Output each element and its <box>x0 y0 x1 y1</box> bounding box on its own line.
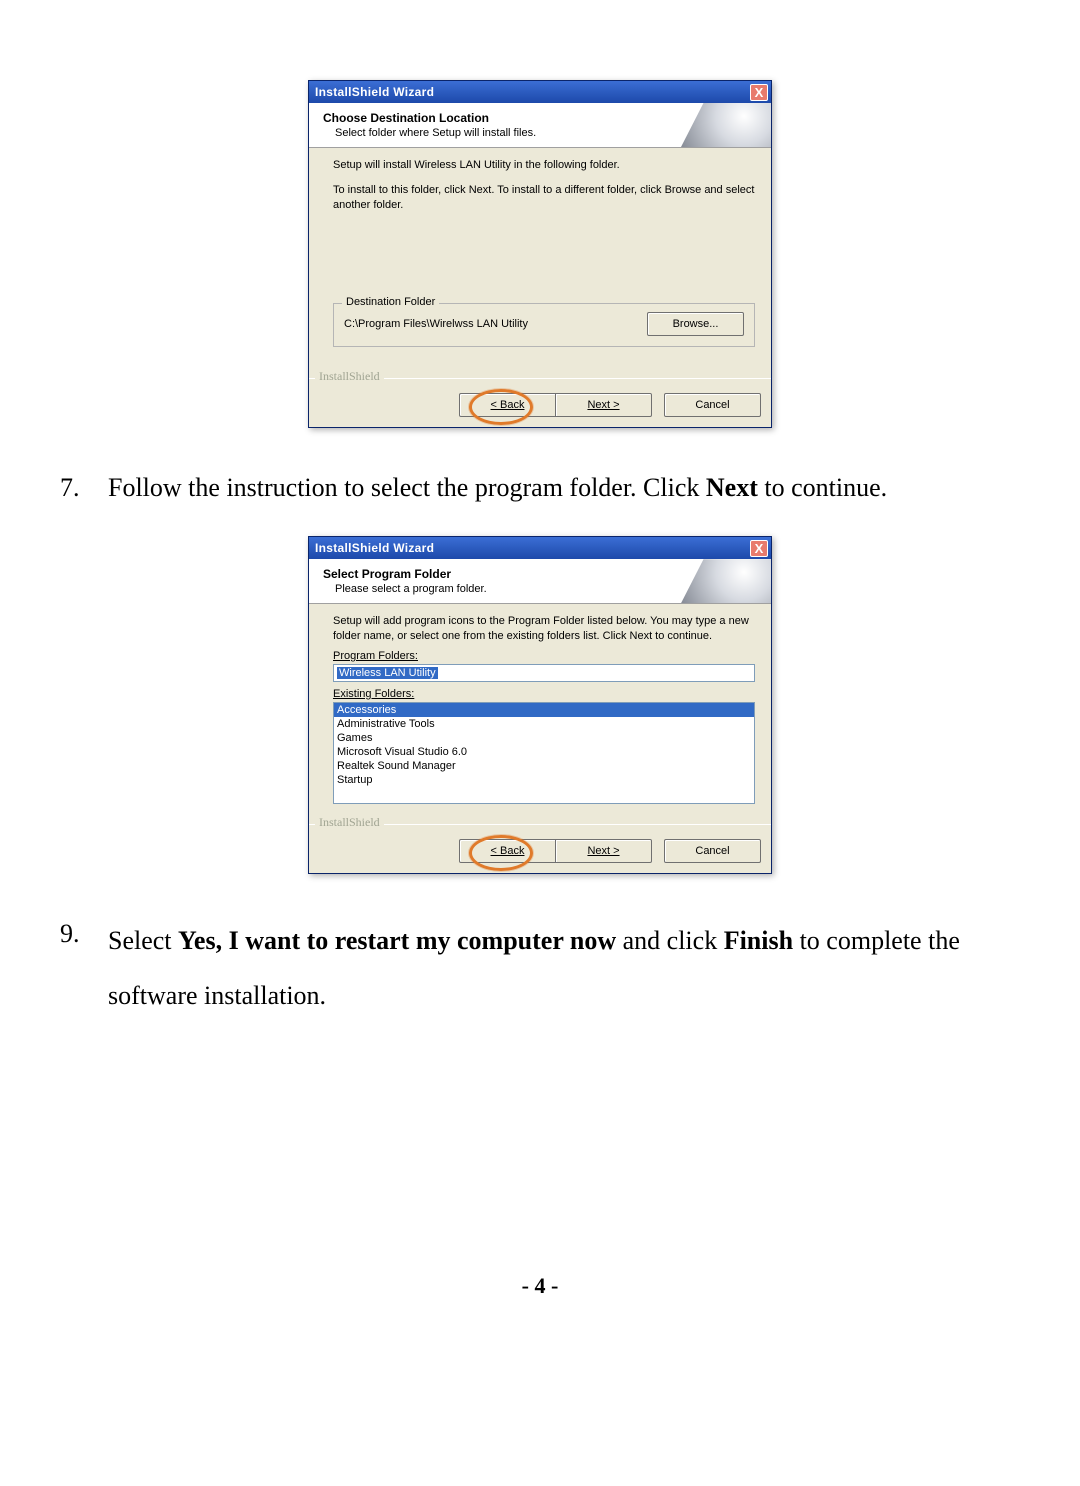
step-text: Select Yes, I want to restart my compute… <box>108 914 1020 1023</box>
titlebar: InstallShield Wizard X <box>309 81 771 103</box>
back-button[interactable]: < Back <box>459 393 556 417</box>
titlebar: InstallShield Wizard X <box>309 537 771 559</box>
list-item[interactable]: Accessories <box>334 703 754 717</box>
figure-destination-location: InstallShield Wizard X Choose Destinatio… <box>60 80 1020 428</box>
header-panel: Select Program Folder Please select a pr… <box>309 559 771 604</box>
back-button[interactable]: < Back <box>459 839 556 863</box>
cancel-button[interactable]: Cancel <box>664 393 761 417</box>
step-text: Follow the instruction to select the pro… <box>108 468 1020 508</box>
step-number: 9. <box>60 914 108 1023</box>
body-text-1: Setup will install Wireless LAN Utility … <box>333 158 755 173</box>
body-text-2: To install to this folder, click Next. T… <box>333 183 755 213</box>
group-legend: Destination Folder <box>342 296 439 308</box>
list-item[interactable]: Realtek Sound Manager <box>334 759 754 773</box>
program-folders-label: Program Folders: <box>333 650 755 662</box>
existing-folders-label: Existing Folders: <box>333 688 755 700</box>
button-row: < Back Next > Cancel <box>319 839 761 863</box>
existing-folders-list[interactable]: Accessories Administrative Tools Games M… <box>333 702 755 804</box>
destination-folder-group: Destination Folder C:\Program Files\Wire… <box>333 303 755 347</box>
header-subtitle: Please select a program folder. <box>335 583 757 595</box>
header-panel: Choose Destination Location Select folde… <box>309 103 771 148</box>
wizard-window-2: InstallShield Wizard X Select Program Fo… <box>308 536 772 874</box>
list-item[interactable]: Startup <box>334 773 754 787</box>
page-number: - 4 - <box>60 1273 1020 1299</box>
list-item[interactable]: Microsoft Visual Studio 6.0 <box>334 745 754 759</box>
installshield-brand: InstallShield <box>315 815 384 830</box>
list-item[interactable]: Administrative Tools <box>334 717 754 731</box>
step-9: 9. Select Yes, I want to restart my comp… <box>60 914 1020 1023</box>
list-item[interactable]: Games <box>334 731 754 745</box>
installshield-brand: InstallShield <box>315 369 384 384</box>
header-subtitle: Select folder where Setup will install f… <box>335 127 757 139</box>
close-icon[interactable]: X <box>750 84 768 101</box>
step-number: 7. <box>60 468 108 508</box>
footer-panel: InstallShield < Back Next > Cancel <box>309 378 771 427</box>
intro-text: Setup will add program icons to the Prog… <box>333 614 755 644</box>
window-title: InstallShield Wizard <box>315 85 434 99</box>
body-panel: Setup will add program icons to the Prog… <box>309 604 771 824</box>
step-7: 7. Follow the instruction to select the … <box>60 468 1020 508</box>
wizard-window-1: InstallShield Wizard X Choose Destinatio… <box>308 80 772 428</box>
figure-program-folder: InstallShield Wizard X Select Program Fo… <box>60 536 1020 874</box>
window-title: InstallShield Wizard <box>315 541 434 555</box>
button-row: < Back Next > Cancel <box>319 393 761 417</box>
program-folders-input[interactable]: Wireless LAN Utility <box>333 664 755 682</box>
next-button[interactable]: Next > <box>555 393 652 417</box>
header-title: Select Program Folder <box>323 567 757 581</box>
cancel-button[interactable]: Cancel <box>664 839 761 863</box>
footer-panel: InstallShield < Back Next > Cancel <box>309 824 771 873</box>
browse-button[interactable]: Browse... <box>647 312 744 336</box>
body-panel: Setup will install Wireless LAN Utility … <box>309 148 771 378</box>
destination-path: C:\Program Files\Wirelwss LAN Utility <box>344 318 528 330</box>
close-icon[interactable]: X <box>750 540 768 557</box>
document-page: InstallShield Wizard X Choose Destinatio… <box>0 0 1080 1339</box>
next-button[interactable]: Next > <box>555 839 652 863</box>
header-title: Choose Destination Location <box>323 111 757 125</box>
